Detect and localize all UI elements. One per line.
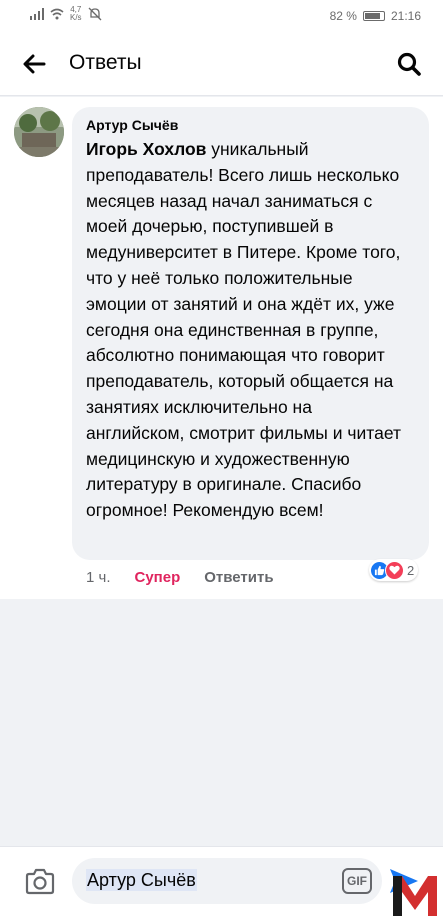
network-speed: 4,7 K/s: [70, 6, 82, 22]
reaction-count: 2: [407, 562, 415, 578]
battery-fill: [364, 13, 380, 19]
comment-input-bar: Артур Сычёв GIF: [0, 846, 443, 920]
comment-text: Игорь Хохлов уникальный преподаватель! В…: [86, 137, 415, 524]
comment-author[interactable]: Артур Сычёв: [86, 116, 415, 134]
avatar-photo: [14, 107, 64, 157]
camera-icon: [25, 868, 55, 895]
back-button[interactable]: [18, 50, 50, 78]
wifi-icon: [50, 8, 64, 20]
reaction-button[interactable]: Супер: [135, 569, 181, 586]
comment-input[interactable]: Артур Сычёв: [72, 858, 382, 904]
love-reaction-icon: [385, 560, 404, 580]
camera-button[interactable]: [23, 865, 57, 899]
gif-button[interactable]: GIF: [342, 868, 372, 894]
comment-actions: 1 ч. Супер Ответить: [86, 567, 274, 587]
page-title: Ответы: [69, 51, 142, 74]
comment-body: уникальный преподаватель! Всего лишь нес…: [86, 139, 401, 521]
input-mention: Артур Сычёв: [86, 869, 197, 891]
mute-bell-icon: [88, 7, 102, 21]
battery-icon: [362, 11, 385, 21]
heart-icon: [389, 565, 400, 575]
header: Ответы: [0, 32, 443, 96]
arrow-left-icon: [23, 54, 46, 74]
status-icons-left: 4,7 K/s: [30, 6, 102, 22]
reactions-summary[interactable]: 2: [369, 559, 419, 581]
comment-time: 1 ч.: [86, 568, 111, 586]
avatar[interactable]: [14, 107, 64, 157]
status-bar: 4,7 K/s 82 % 21:16: [0, 0, 443, 32]
search-button[interactable]: [393, 48, 425, 80]
comment-bubble: Артур Сычёв Игорь Хохлов уникальный преп…: [72, 107, 429, 560]
signal-icon: [30, 8, 44, 20]
comment-thread: Артур Сычёв Игорь Хохлов уникальный преп…: [0, 97, 443, 599]
thumbs-up-icon: [374, 565, 385, 575]
status-icons-right: 82 % 21:16: [330, 9, 421, 23]
reply-button[interactable]: Ответить: [204, 569, 273, 586]
speed-unit: K/s: [70, 13, 82, 22]
logo-watermark: [393, 876, 437, 916]
comment-mention[interactable]: Игорь Хохлов: [86, 139, 206, 159]
battery-percent: 82 %: [329, 9, 357, 23]
clock: 21:16: [390, 9, 421, 23]
search-icon: [397, 52, 421, 76]
